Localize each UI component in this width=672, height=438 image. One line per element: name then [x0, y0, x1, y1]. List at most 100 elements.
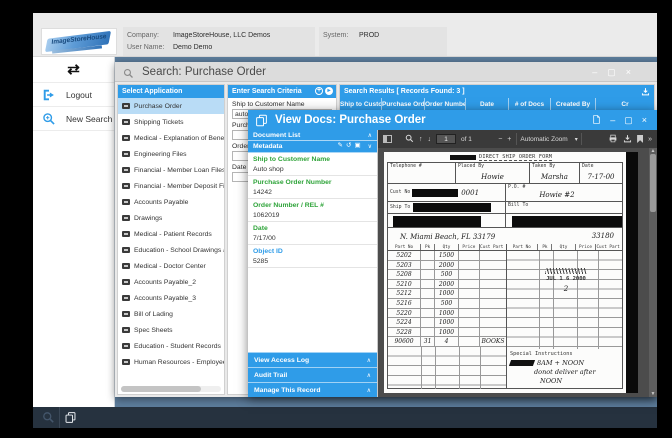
view-docs-titlebar[interactable]: View Docs: Purchase Order – ▢ ×	[248, 110, 657, 130]
metadata-field-value[interactable]: Auto shop	[253, 166, 372, 173]
undo-icon[interactable]: ↺	[346, 143, 351, 150]
part-no-cell: 5228	[388, 327, 422, 337]
record-action-bar[interactable]: Audit Trail ∧	[248, 367, 377, 382]
price-cell	[459, 279, 481, 289]
pdf-scrollbar-thumb[interactable]	[650, 154, 656, 212]
parts-rows: 5202 1500 5203 2000 5208 500 5210 2000 5…	[388, 251, 506, 347]
chevron-up-icon: ∧	[367, 132, 372, 139]
application-list-item[interactable]: Financial - Member Loan Files	[118, 162, 224, 178]
application-list-item[interactable]: Accounts Payable_3	[118, 290, 224, 306]
application-list-item[interactable]: Accounts Payable_2	[118, 274, 224, 290]
received-stamp: JUL 1 6 2000 2	[524, 268, 608, 293]
chevron-up-icon: ∧	[366, 357, 371, 364]
parts-row: 5202 1500	[388, 251, 506, 261]
application-list-item[interactable]: Purchase Order	[118, 98, 224, 114]
application-label: Medical - Patient Records	[134, 230, 212, 238]
close-button[interactable]: ×	[642, 115, 647, 125]
print-icon[interactable]	[608, 134, 618, 145]
qty-cell: 500	[435, 270, 459, 279]
price-cell	[459, 260, 481, 270]
export-results-icon[interactable]	[641, 87, 650, 96]
application-list-item[interactable]: Human Resources - Employee Recor	[118, 354, 224, 370]
collapse-sidebar-button[interactable]: ⇄	[33, 57, 114, 83]
scroll-down-icon[interactable]: ▼	[651, 391, 656, 397]
document-list-bar[interactable]: Document List ∧	[248, 130, 377, 141]
record-action-bar[interactable]: Manage This Record ∧	[248, 382, 377, 397]
application-list-hscrollbar[interactable]	[121, 386, 221, 392]
application-list-item[interactable]: Education - Student Records	[118, 338, 224, 354]
hscrollbar-thumb[interactable]	[121, 386, 201, 392]
pdf-viewer-area: ↑ ↓ 1 of 1 − + Automatic Zoom ▾ » DIRECT…	[378, 130, 657, 397]
application-icon	[122, 199, 130, 205]
toggle-sidebar-icon[interactable]	[383, 135, 392, 143]
application-icon	[122, 263, 130, 269]
metadata-field-value[interactable]: 5285	[253, 258, 372, 265]
application-list-item[interactable]: Medical - Patient Records	[118, 226, 224, 242]
cust-part-cell	[480, 299, 506, 308]
pdf-search-icon[interactable]	[405, 134, 414, 145]
chevron-up-icon: ∧	[366, 372, 371, 379]
metadata-field-value[interactable]: 1062019	[253, 212, 372, 219]
add-criteria-icon[interactable]: +	[315, 87, 323, 95]
zoom-in-icon[interactable]: +	[507, 136, 511, 143]
placed-by-label: Placed By	[458, 164, 484, 169]
placed-by-value: Howie	[481, 173, 504, 181]
pdf-viewer-canvas[interactable]: DIRECT SHIP ORDER FORM Telephone # Place…	[378, 148, 657, 397]
search-window-titlebar[interactable]: Search: Purchase Order – ▢ ×	[115, 62, 657, 82]
metadata-field: Ship to Customer Name Auto shop	[248, 153, 377, 176]
metadata-field-value[interactable]: 7/17/00	[253, 235, 372, 242]
minimize-button[interactable]: –	[592, 67, 597, 77]
maximize-button[interactable]: ▢	[607, 67, 616, 77]
parts-column-header: Price	[459, 244, 481, 250]
application-list-item[interactable]: Shipping Tickets	[118, 114, 224, 130]
previous-page-icon[interactable]: ↑	[419, 136, 423, 143]
metadata-bar[interactable]: Metadata ✎ ↺ ▣ ∨	[248, 141, 377, 153]
sidebar-item-new-search[interactable]: New Search	[33, 107, 114, 131]
criteria-field-label: Ship to Customer Name	[232, 101, 305, 108]
metadata-field-value[interactable]: 14242	[253, 189, 372, 196]
sidebar-item-logout[interactable]: Logout	[33, 83, 114, 107]
close-button[interactable]: ×	[626, 67, 631, 77]
cust-part-cell	[480, 289, 506, 298]
application-list-item[interactable]: Medical - Explanation of Benefits_1	[118, 130, 224, 146]
parts-row: 5212 1000	[388, 289, 506, 299]
bookmark-icon[interactable]	[637, 135, 644, 143]
pk-cell	[421, 327, 436, 337]
application-list-item[interactable]: Medical - Doctor Center	[118, 258, 224, 274]
parts-columns-left: Part NoPkQtyPriceCust Part No	[388, 244, 506, 251]
application-list-item[interactable]: Education - School Drawings and Site	[118, 242, 224, 258]
minimize-button[interactable]: –	[610, 115, 615, 125]
application-list-item[interactable]: Accounts Payable	[118, 194, 224, 210]
application-list-item[interactable]: Spec Sheets	[118, 322, 224, 338]
more-tools-icon[interactable]: »	[648, 136, 652, 143]
download-icon[interactable]	[623, 134, 632, 145]
zoom-select[interactable]: Automatic Zoom ▾	[516, 133, 582, 145]
run-search-icon[interactable]: ▸	[325, 87, 333, 95]
pdf-vscrollbar[interactable]: ▲ ▼	[649, 148, 657, 397]
page-count-label: of 1	[461, 135, 472, 143]
price-cell	[459, 251, 481, 260]
next-page-icon[interactable]: ↓	[428, 136, 432, 143]
application-list-item[interactable]: Engineering Files	[118, 146, 224, 162]
export-document-icon[interactable]	[592, 114, 601, 127]
pk-cell	[421, 298, 436, 308]
special-instructions-line: donot deliver after	[534, 368, 596, 376]
record-action-bar[interactable]: View Access Log ∧	[248, 352, 377, 367]
application-list-item[interactable]: Financial - Member Deposit Files	[118, 178, 224, 194]
application-label: Shipping Tickets	[134, 118, 184, 126]
application-label: Drawings	[134, 214, 163, 222]
edit-metadata-icon[interactable]: ✎	[338, 143, 343, 150]
footer-search-icon[interactable]	[37, 407, 59, 428]
application-list-item[interactable]: Drawings	[118, 210, 224, 226]
logout-icon	[42, 88, 56, 102]
metadata-field: Order Number / REL # 1062019	[248, 199, 377, 222]
application-list-item[interactable]: Bill of Lading	[118, 306, 224, 322]
app-header: ImageStoreHouse Company: ImageStoreHouse…	[33, 13, 657, 57]
zoom-out-icon[interactable]: −	[498, 136, 502, 143]
view-docs-left-panel: Document List ∧ Metadata ✎ ↺ ▣ ∨ Ship to…	[248, 130, 378, 397]
maximize-button[interactable]: ▢	[624, 115, 633, 125]
parts-column-header: Qty	[435, 244, 459, 250]
page-number-input[interactable]: 1	[436, 134, 456, 144]
footer-copy-documents-icon[interactable]	[59, 407, 81, 428]
save-icon[interactable]: ▣	[354, 143, 360, 150]
